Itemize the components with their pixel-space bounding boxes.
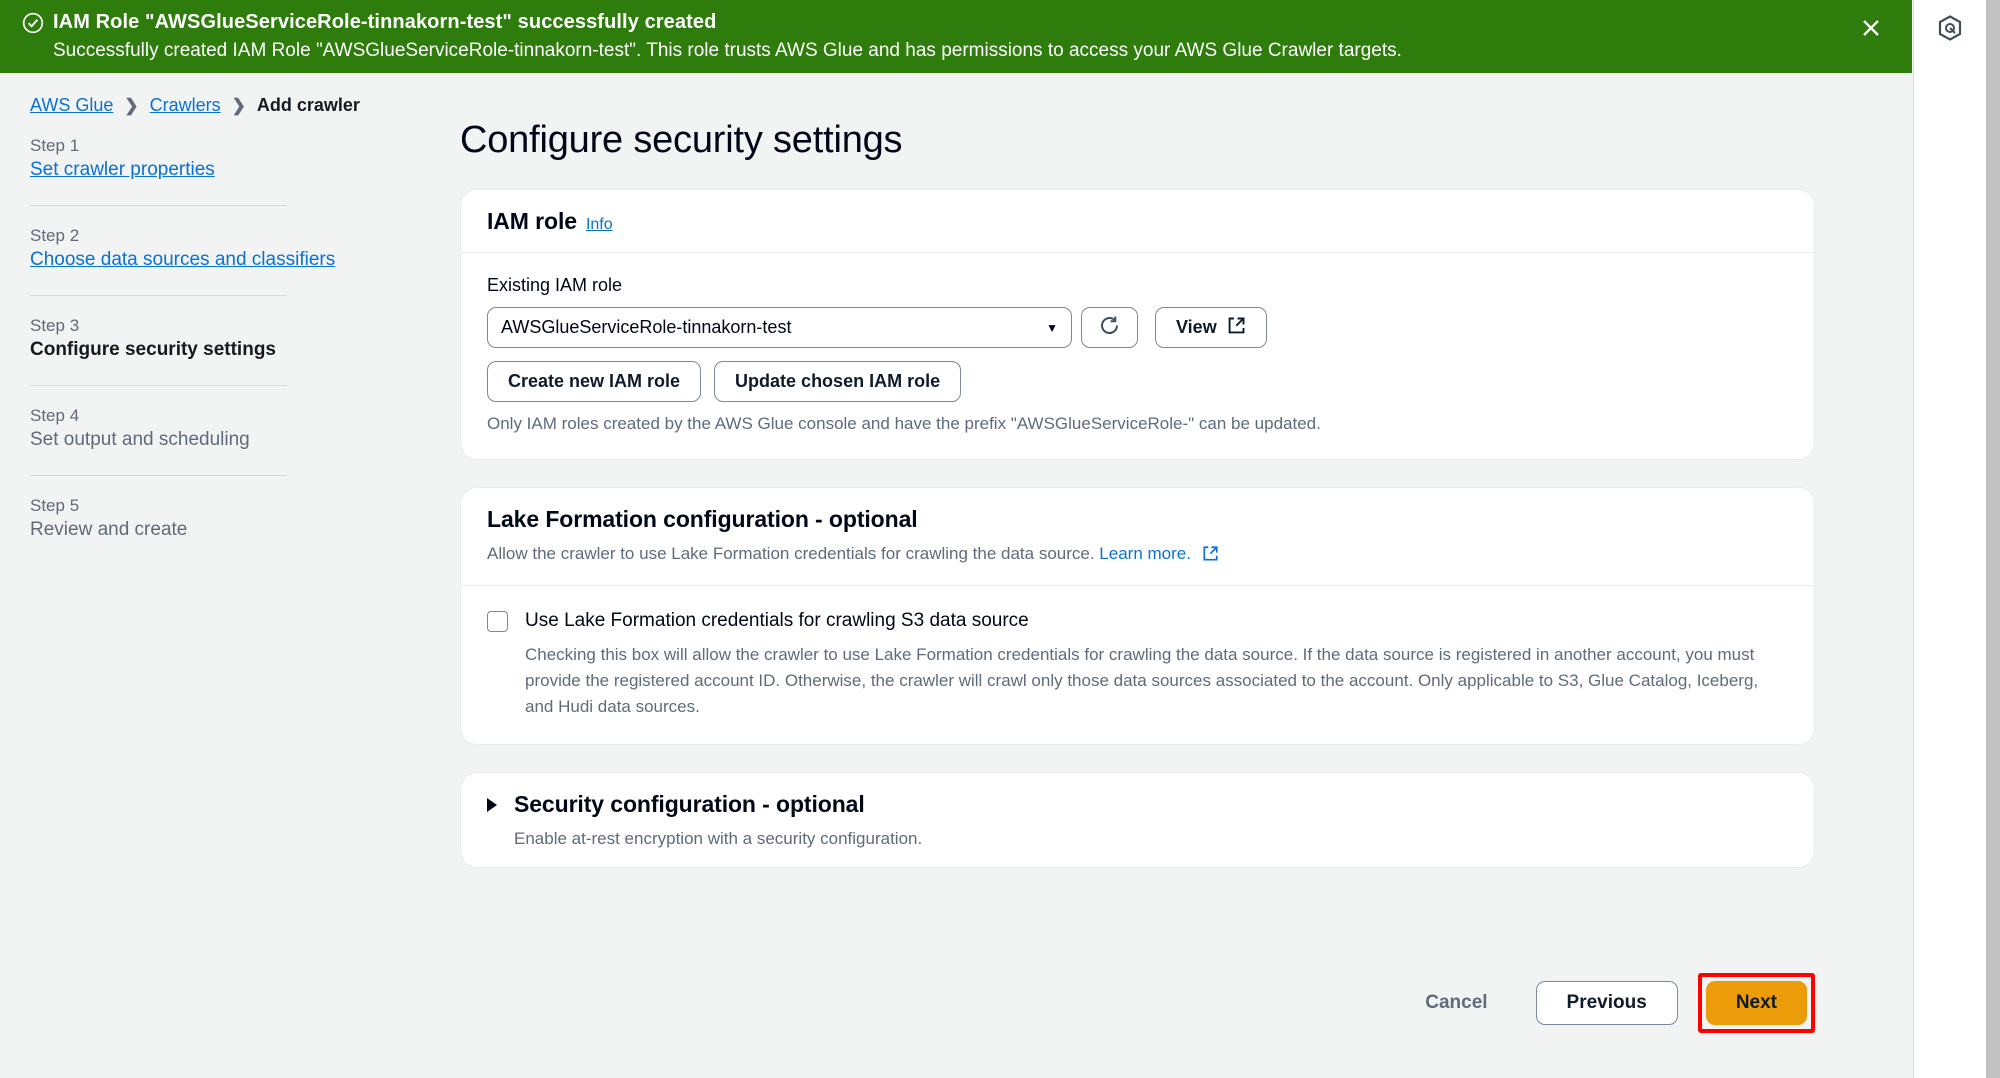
- wizard-step-4: Step 4 Set output and scheduling: [30, 405, 350, 453]
- lake-formation-checkbox[interactable]: [487, 611, 508, 632]
- breadcrumb: AWS Glue ❯ Crawlers ❯ Add crawler: [30, 95, 360, 116]
- step-number: Step 3: [30, 316, 80, 335]
- refresh-roles-button[interactable]: [1081, 307, 1138, 348]
- triangle-right-icon[interactable]: [487, 797, 497, 812]
- wizard-step-2: Step 2 Choose data sources and classifie…: [30, 225, 350, 273]
- existing-iam-role-select[interactable]: AWSGlueServiceRole-tinnakorn-test ▼: [487, 307, 1072, 348]
- iam-role-card-title: IAM role: [487, 208, 577, 234]
- sidebar-item-choose-data-sources[interactable]: Choose data sources and classifiers: [30, 249, 335, 270]
- main-column: Configure security settings IAM role Info…: [460, 118, 1815, 868]
- success-flash-banner: IAM Role "AWSGlueServiceRole-tinnakorn-t…: [0, 0, 1912, 73]
- divider: [30, 295, 287, 296]
- divider: [30, 385, 287, 386]
- divider: [30, 475, 287, 476]
- next-button[interactable]: Next: [1705, 981, 1807, 1025]
- page-title: Configure security settings: [460, 119, 903, 161]
- step-number: Step 2: [30, 226, 80, 245]
- divider: [30, 205, 287, 206]
- breadcrumb-separator: ❯: [124, 95, 139, 115]
- chevron-down-icon: ▼: [1046, 320, 1058, 335]
- previous-button[interactable]: Previous: [1535, 981, 1678, 1025]
- wizard-step-5: Step 5 Review and create: [30, 495, 350, 543]
- iam-role-hint: Only IAM roles created by the AWS Glue c…: [487, 414, 1321, 433]
- lake-formation-card-body: Use Lake Formation credentials for crawl…: [461, 586, 1814, 744]
- iam-role-card: IAM role Info Existing IAM role AWSGlueSe…: [460, 189, 1815, 460]
- iam-role-action-buttons: Create new IAM role Update chosen IAM ro…: [487, 361, 1788, 402]
- sidebar-item-set-output-and-scheduling: Set output and scheduling: [30, 429, 250, 450]
- flash-title: IAM Role "AWSGlueServiceRole-tinnakorn-t…: [53, 11, 717, 33]
- sidebar-item-configure-security-settings: Configure security settings: [30, 339, 276, 360]
- check-circle-icon: [22, 12, 44, 34]
- page-scrollbar[interactable]: [1986, 0, 2000, 1078]
- breadcrumb-item-add-crawler: Add crawler: [256, 95, 360, 115]
- lake-formation-checkbox-label: Use Lake Formation credentials for crawl…: [525, 610, 1029, 631]
- view-role-button[interactable]: View: [1155, 307, 1267, 348]
- existing-iam-role-label: Existing IAM role: [487, 275, 623, 295]
- security-configuration-optional-tag: optional: [776, 791, 865, 817]
- lake-formation-checkbox-row[interactable]: Use Lake Formation credentials for crawl…: [487, 608, 1788, 633]
- next-button-highlight: Next: [1697, 973, 1815, 1033]
- step-number: Step 1: [30, 136, 80, 155]
- learn-more-link[interactable]: Learn more.: [1099, 544, 1191, 563]
- breadcrumb-item-aws-glue[interactable]: AWS Glue: [30, 95, 113, 116]
- wizard-step-3: Step 3 Configure security settings: [30, 315, 350, 363]
- security-configuration-description: Enable at-rest encryption with a securit…: [514, 829, 923, 848]
- breadcrumb-separator: ❯: [231, 95, 246, 115]
- external-link-icon[interactable]: [1202, 545, 1219, 568]
- lake-formation-card-title: Lake Formation configuration -: [487, 506, 829, 532]
- refresh-icon: [1098, 314, 1121, 342]
- view-button-label: View: [1176, 317, 1217, 337]
- step-number: Step 5: [30, 496, 80, 515]
- lake-formation-card-header: Lake Formation configuration - optional …: [461, 488, 1814, 586]
- create-new-iam-role-button[interactable]: Create new IAM role: [487, 361, 702, 402]
- right-help-rail: [1913, 0, 1986, 1078]
- iam-role-card-header: IAM role Info: [461, 190, 1814, 253]
- lake-formation-card: Lake Formation configuration - optional …: [460, 487, 1815, 745]
- lake-formation-checkbox-description: Checking this box will allow the crawler…: [525, 645, 1759, 716]
- wizard-footer-actions: Cancel Previous Next: [460, 973, 1815, 1033]
- security-configuration-card: Security configuration - optional Enable…: [460, 772, 1815, 868]
- iam-role-select-row: AWSGlueServiceRole-tinnakorn-test ▼ View: [487, 307, 1788, 348]
- iam-role-card-body: Existing IAM role AWSGlueServiceRole-tin…: [461, 253, 1814, 459]
- lake-formation-description-text: Allow the crawler to use Lake Formation …: [487, 544, 1100, 563]
- aws-glue-add-crawler-page: IAM Role "AWSGlueServiceRole-tinnakorn-t…: [0, 0, 2000, 1078]
- glue-service-hex-icon[interactable]: [1936, 14, 1964, 42]
- selected-role-value: AWSGlueServiceRole-tinnakorn-test: [501, 317, 792, 337]
- step-number: Step 4: [30, 406, 80, 425]
- security-configuration-card-header[interactable]: Security configuration - optional Enable…: [461, 773, 1814, 867]
- update-chosen-iam-role-button[interactable]: Update chosen IAM role: [714, 361, 962, 402]
- wizard-step-nav: Step 1 Set crawler properties Step 2 Cho…: [30, 135, 350, 543]
- external-link-icon: [1227, 316, 1246, 340]
- flash-message: Successfully created IAM Role "AWSGlueSe…: [53, 40, 1402, 61]
- breadcrumb-item-crawlers[interactable]: Crawlers: [150, 95, 221, 116]
- lake-formation-description: Allow the crawler to use Lake Formation …: [487, 542, 1788, 568]
- security-configuration-card-title: Security configuration -: [514, 791, 777, 817]
- page-content: AWS Glue ❯ Crawlers ❯ Add crawler Step 1…: [0, 73, 1912, 1078]
- sidebar-item-review-and-create: Review and create: [30, 519, 188, 540]
- close-icon[interactable]: [1856, 13, 1886, 43]
- sidebar-item-set-crawler-properties[interactable]: Set crawler properties: [30, 159, 215, 180]
- wizard-step-1: Step 1 Set crawler properties: [30, 135, 350, 183]
- lake-formation-optional-tag: optional: [828, 506, 918, 532]
- info-link[interactable]: Info: [586, 216, 613, 233]
- cancel-button[interactable]: Cancel: [1407, 992, 1505, 1014]
